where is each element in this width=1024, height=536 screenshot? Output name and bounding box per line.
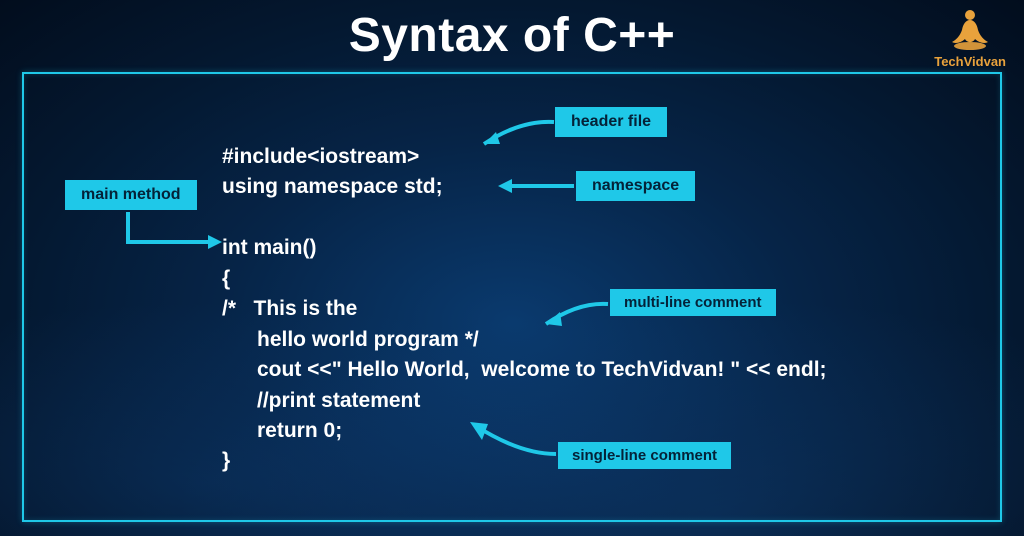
label-singleline-comment: single-line comment (558, 442, 731, 469)
label-multiline-comment: multi-line comment (610, 289, 776, 316)
brand-logo: TechVidvan (934, 6, 1006, 69)
brand-name: TechVidvan (934, 54, 1006, 69)
code-line-main: int main() (222, 236, 317, 259)
code-line-namespace: using namespace std; (222, 175, 443, 198)
label-main-method: main method (65, 180, 197, 210)
label-namespace: namespace (576, 171, 695, 201)
page-title: Syntax of C++ (0, 8, 1024, 63)
meditation-icon (947, 6, 993, 52)
code-line-cout: cout <<" Hello World, welcome to TechVid… (222, 358, 827, 381)
code-line-comment-start: /* This is the (222, 297, 357, 320)
code-line-return: return 0; (222, 419, 342, 442)
code-line-brace-open: { (222, 267, 230, 290)
code-line-include: #include<iostream> (222, 145, 419, 168)
code-line-comment-end: hello world program */ (222, 328, 479, 351)
code-line-singlecomment: //print statement (222, 389, 420, 412)
code-line-brace-close: } (222, 449, 230, 472)
label-header-file: header file (555, 107, 667, 137)
